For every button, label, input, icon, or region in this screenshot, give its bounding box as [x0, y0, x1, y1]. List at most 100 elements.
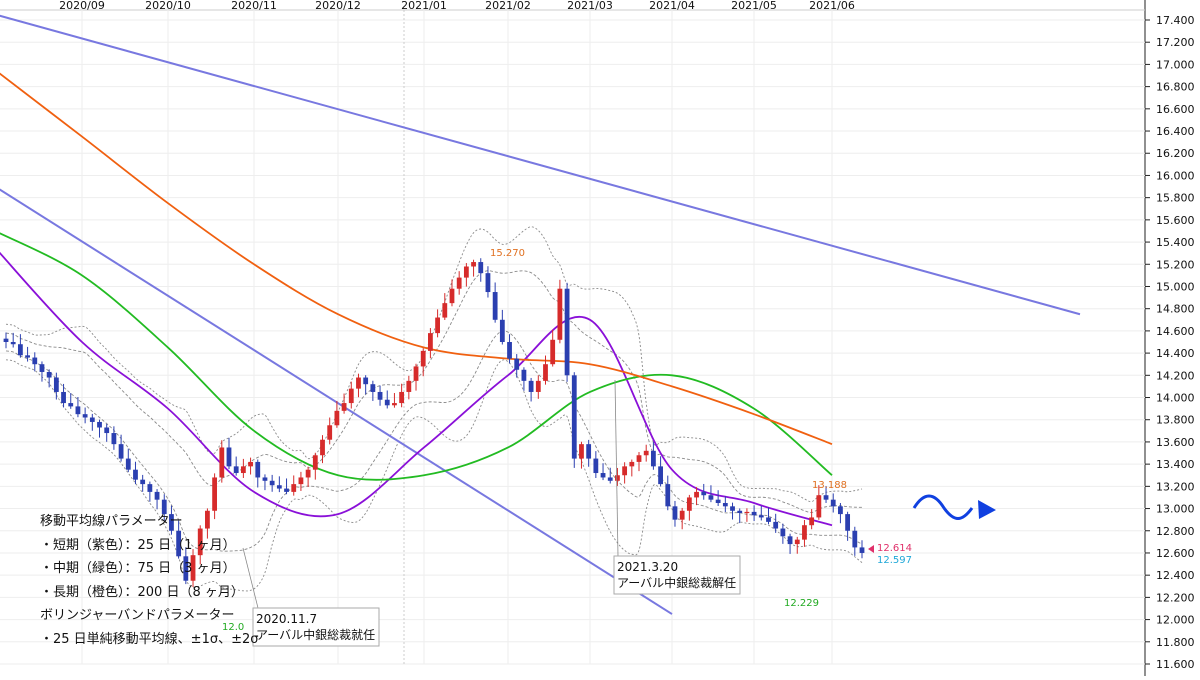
y-tick-label: 14.800: [1156, 303, 1195, 316]
candle-body: [658, 466, 663, 485]
candle-body: [773, 521, 779, 529]
y-tick-label: 16.200: [1156, 147, 1195, 160]
candle-body: [708, 495, 714, 500]
candle-body: [758, 515, 764, 518]
candle-body: [557, 288, 563, 340]
y-tick-label: 13.000: [1156, 503, 1195, 516]
candle-body: [672, 506, 678, 520]
candle-body: [10, 342, 16, 345]
candle-body: [248, 461, 253, 467]
candle-body: [845, 514, 851, 531]
candle-body: [507, 342, 512, 359]
y-tick-label: 15.200: [1156, 258, 1195, 271]
candle-body: [356, 377, 361, 389]
candle-body: [25, 355, 30, 358]
candle-body: [276, 485, 282, 489]
candle-body: [428, 333, 433, 351]
candle-body: [111, 433, 117, 445]
candle-body: [449, 288, 455, 304]
candle-body: [147, 484, 153, 492]
y-tick-label: 13.800: [1156, 414, 1195, 427]
candle-body: [730, 506, 735, 511]
candle-body: [622, 466, 628, 476]
y-tick-label: 17.000: [1156, 58, 1195, 71]
candle-body: [233, 466, 239, 474]
candle-body: [377, 391, 383, 400]
y-tick-label: 13.400: [1156, 458, 1195, 471]
candle-body: [442, 303, 448, 318]
annotation-price-bid: 12.597: [877, 555, 912, 566]
candle-body: [89, 417, 95, 422]
candle-body: [607, 477, 613, 481]
x-tick-label: 2020/12: [315, 0, 361, 12]
candle-body: [413, 366, 419, 381]
candle-body: [586, 444, 592, 459]
candle-body: [859, 547, 865, 553]
candle-body: [838, 506, 843, 515]
candle-body: [17, 344, 23, 356]
candle: [564, 282, 570, 382]
candle-body: [802, 525, 807, 540]
candle-body: [471, 262, 476, 267]
y-tick-label: 17.200: [1156, 36, 1195, 49]
candle-body: [722, 503, 728, 507]
candle-body: [327, 425, 333, 440]
candle-body: [650, 450, 656, 467]
x-tick-label: 2020/11: [231, 0, 277, 12]
y-tick-label: 15.800: [1156, 192, 1195, 205]
candle-body: [133, 469, 138, 480]
y-tick-label: 13.600: [1156, 436, 1195, 449]
candle-body: [118, 444, 124, 459]
candle-body: [399, 391, 405, 404]
y-tick-label: 16.000: [1156, 169, 1195, 182]
callout-date: 2021.3.20: [617, 560, 678, 574]
candle-body: [686, 497, 692, 511]
legend-mid: ・中期（緑色）：75 日（3 ヶ月）: [40, 561, 236, 576]
candle-body: [125, 458, 131, 470]
x-tick-label: 2021/02: [485, 0, 531, 12]
legend-long: ・長期（橙色）：200 日（8 ヶ月）: [40, 584, 244, 600]
annotation-high: 15.270: [490, 248, 525, 259]
candle-body: [751, 511, 757, 516]
candle-body: [737, 510, 743, 513]
y-tick-label: 15.400: [1156, 236, 1195, 249]
candle-body: [291, 484, 297, 492]
candle-body: [298, 477, 304, 485]
legend: 移動平均線パラメーター ・短期（紫色）：25 日（1 ヶ月） ・中期（緑色）：7…: [40, 510, 258, 651]
candle-body: [392, 403, 397, 406]
y-tick-label: 13.200: [1156, 480, 1195, 493]
candle-body: [665, 484, 671, 507]
y-tick-label: 12.600: [1156, 547, 1195, 560]
candle-body: [492, 292, 498, 320]
candle-body: [830, 499, 836, 507]
candle-body: [406, 380, 412, 392]
candle-body: [809, 517, 815, 526]
candle-body: [53, 377, 59, 392]
candle-body: [255, 461, 261, 478]
candle-body: [104, 427, 110, 434]
candle-body: [694, 491, 699, 498]
annotation-price-current: 12.614: [877, 543, 912, 554]
callout-text: アーバル中銀総裁就任: [256, 627, 375, 642]
candle-body: [600, 473, 606, 478]
annotation-recent-high: 13.188: [812, 480, 847, 491]
candle-body: [348, 388, 354, 404]
candle-body: [816, 495, 822, 518]
candle-body: [370, 384, 376, 392]
candle-body: [219, 447, 225, 478]
candle-body: [341, 403, 347, 411]
y-tick-label: 15.600: [1156, 214, 1195, 227]
x-tick-label: 2020/09: [59, 0, 105, 12]
candle-body: [262, 477, 268, 481]
candle-body: [550, 339, 556, 365]
candle-body: [593, 458, 599, 474]
candle-body: [780, 528, 786, 537]
candle-body: [226, 447, 232, 467]
candle: [571, 372, 577, 468]
candle-body: [794, 539, 800, 545]
y-tick-label: 12.000: [1156, 614, 1195, 627]
y-tick-label: 11.600: [1156, 658, 1195, 671]
candle-body: [39, 364, 45, 372]
candle-body: [46, 371, 52, 378]
x-tick-label: 2021/01: [401, 0, 447, 12]
